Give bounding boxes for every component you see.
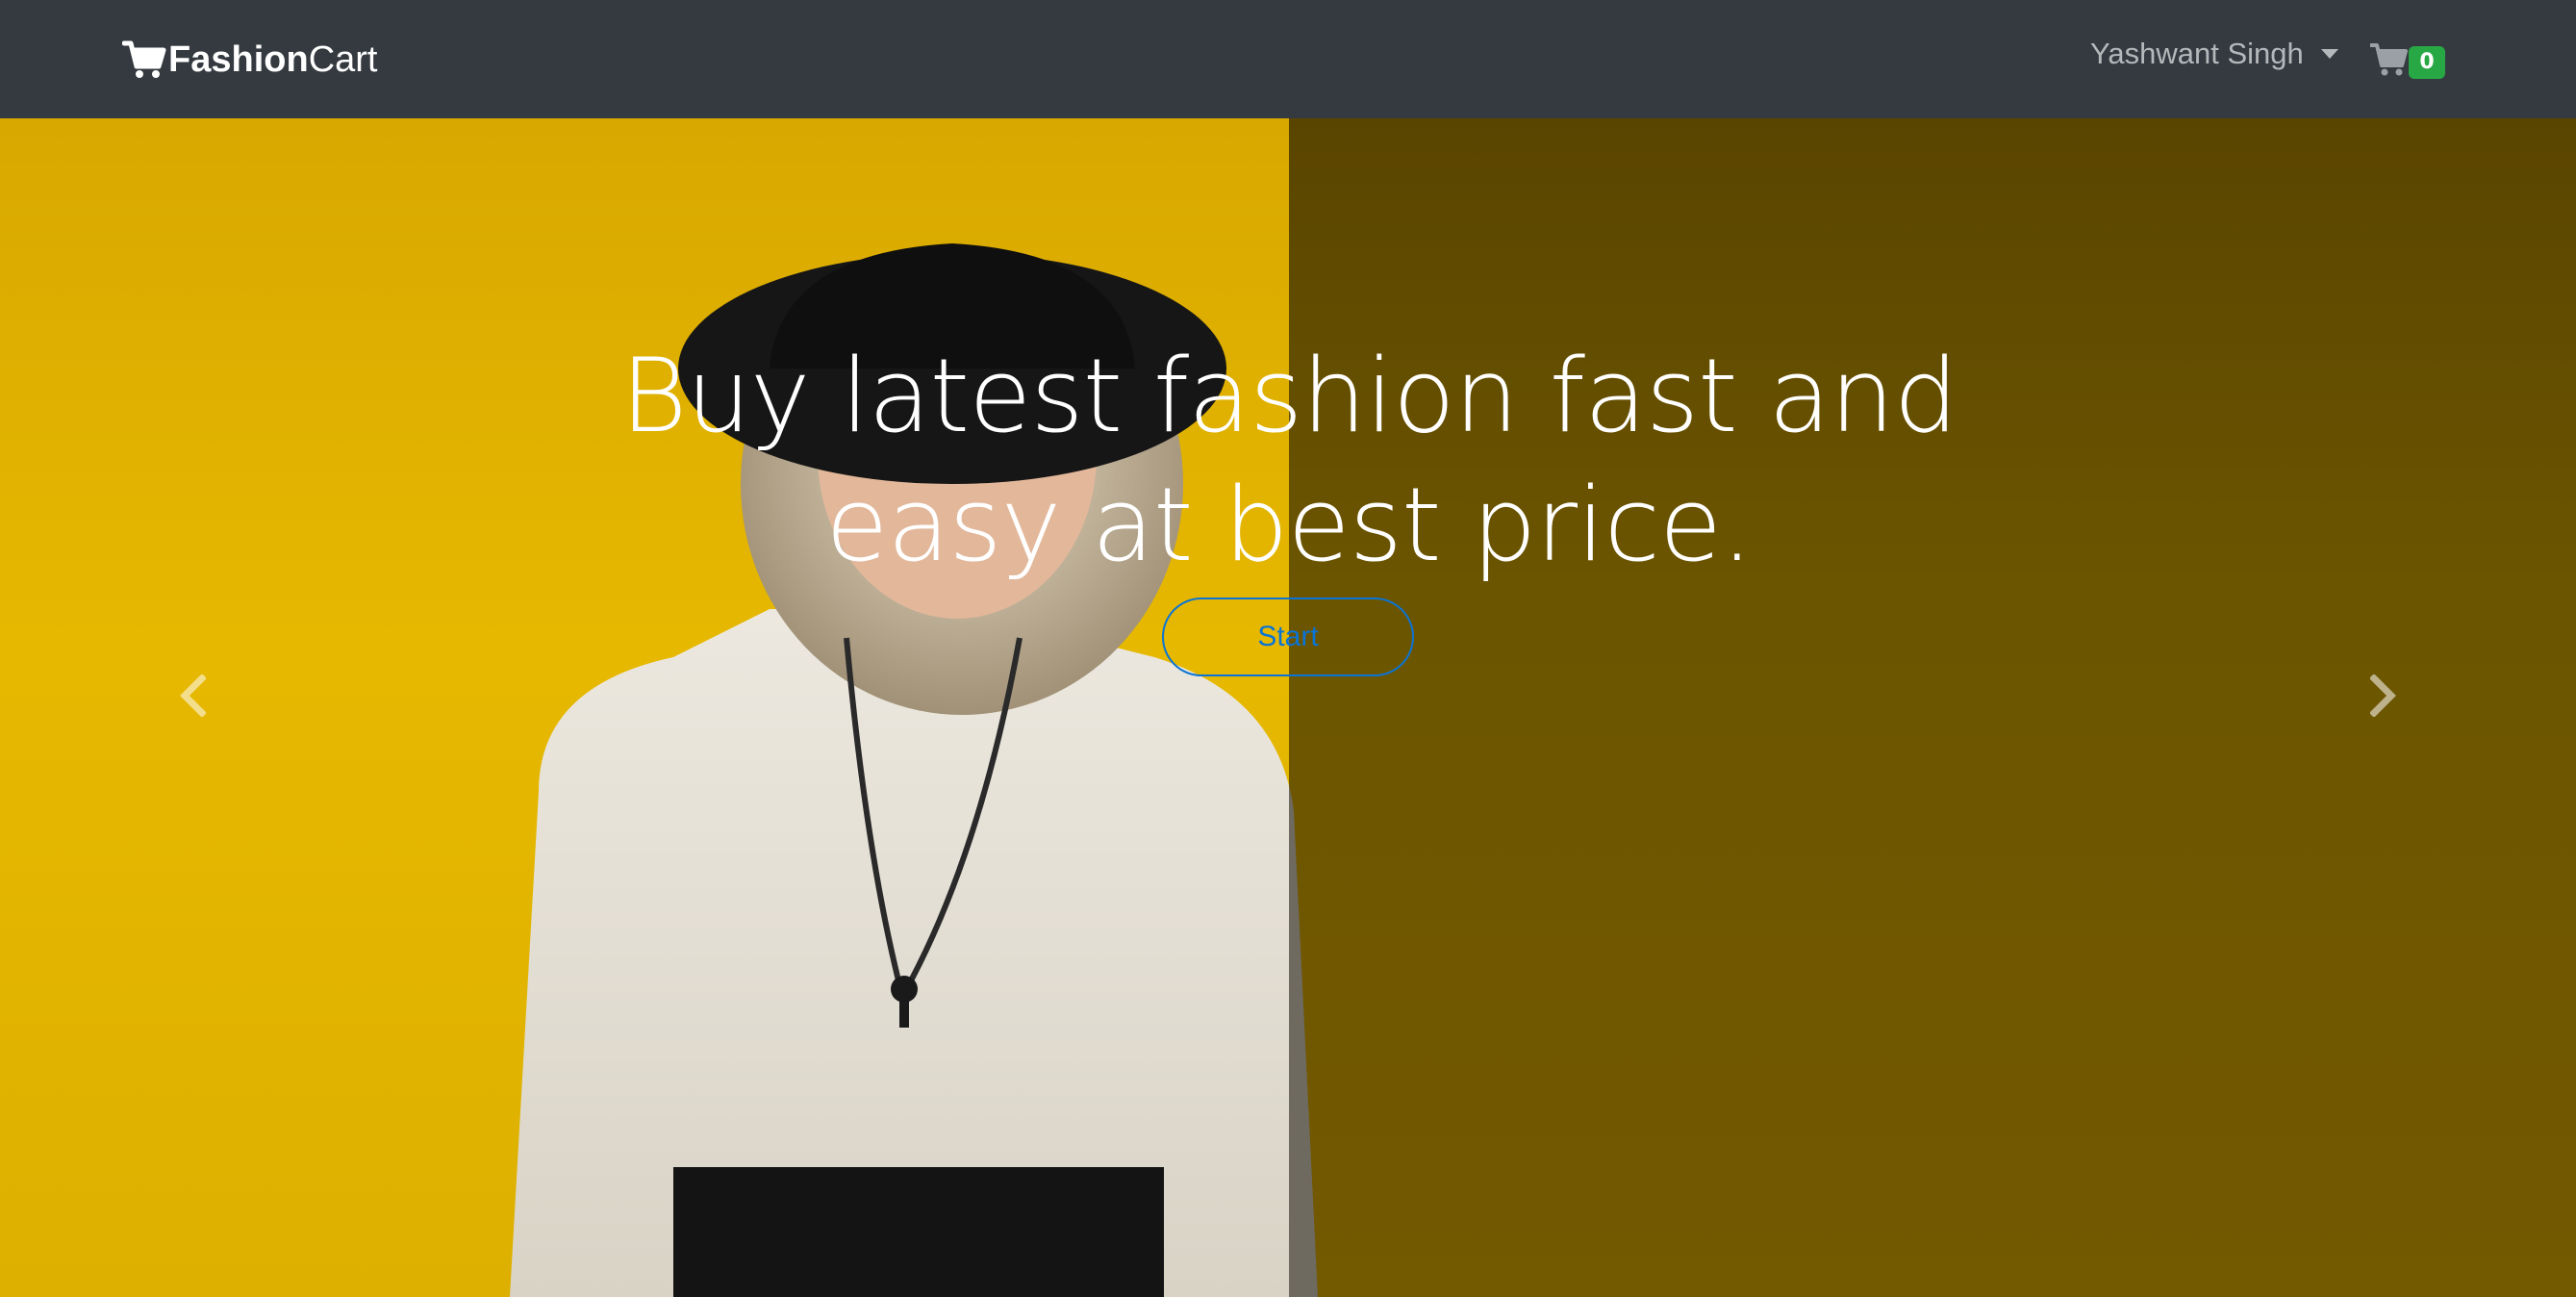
chevron-right-icon	[2370, 674, 2396, 717]
hero-headline: Buy latest fashion fast and easy at best…	[616, 332, 1962, 590]
chevron-left-icon	[180, 674, 206, 717]
chevron-down-icon	[2320, 49, 2338, 59]
top-navbar: Fashion Cart Yashwant Singh 0	[0, 0, 2576, 118]
user-dropdown-toggle[interactable]: Yashwant Singh	[2090, 33, 2338, 75]
start-button[interactable]: Start	[1162, 598, 1414, 676]
shopping-cart-icon	[122, 40, 166, 78]
carousel-next-button[interactable]	[2355, 657, 2412, 734]
cart-button[interactable]: 0	[2370, 38, 2445, 81]
user-name: Yashwant Singh	[2090, 37, 2304, 70]
hero-carousel: Buy latest fashion fast and easy at best…	[0, 118, 2576, 1297]
brand-logo-link[interactable]: Fashion Cart	[122, 35, 377, 85]
brand-name-light: Cart	[308, 38, 378, 80]
cart-count-badge: 0	[2409, 46, 2445, 79]
brand-name-bold: Fashion	[168, 38, 309, 80]
hero-headline-line1: Buy latest fashion fast and	[620, 337, 1958, 455]
carousel-prev-button[interactable]	[164, 657, 221, 734]
shopping-cart-icon	[2370, 43, 2408, 76]
hero-headline-line2: easy at best price.	[825, 466, 1754, 584]
hero-model-photo	[510, 243, 1318, 1297]
